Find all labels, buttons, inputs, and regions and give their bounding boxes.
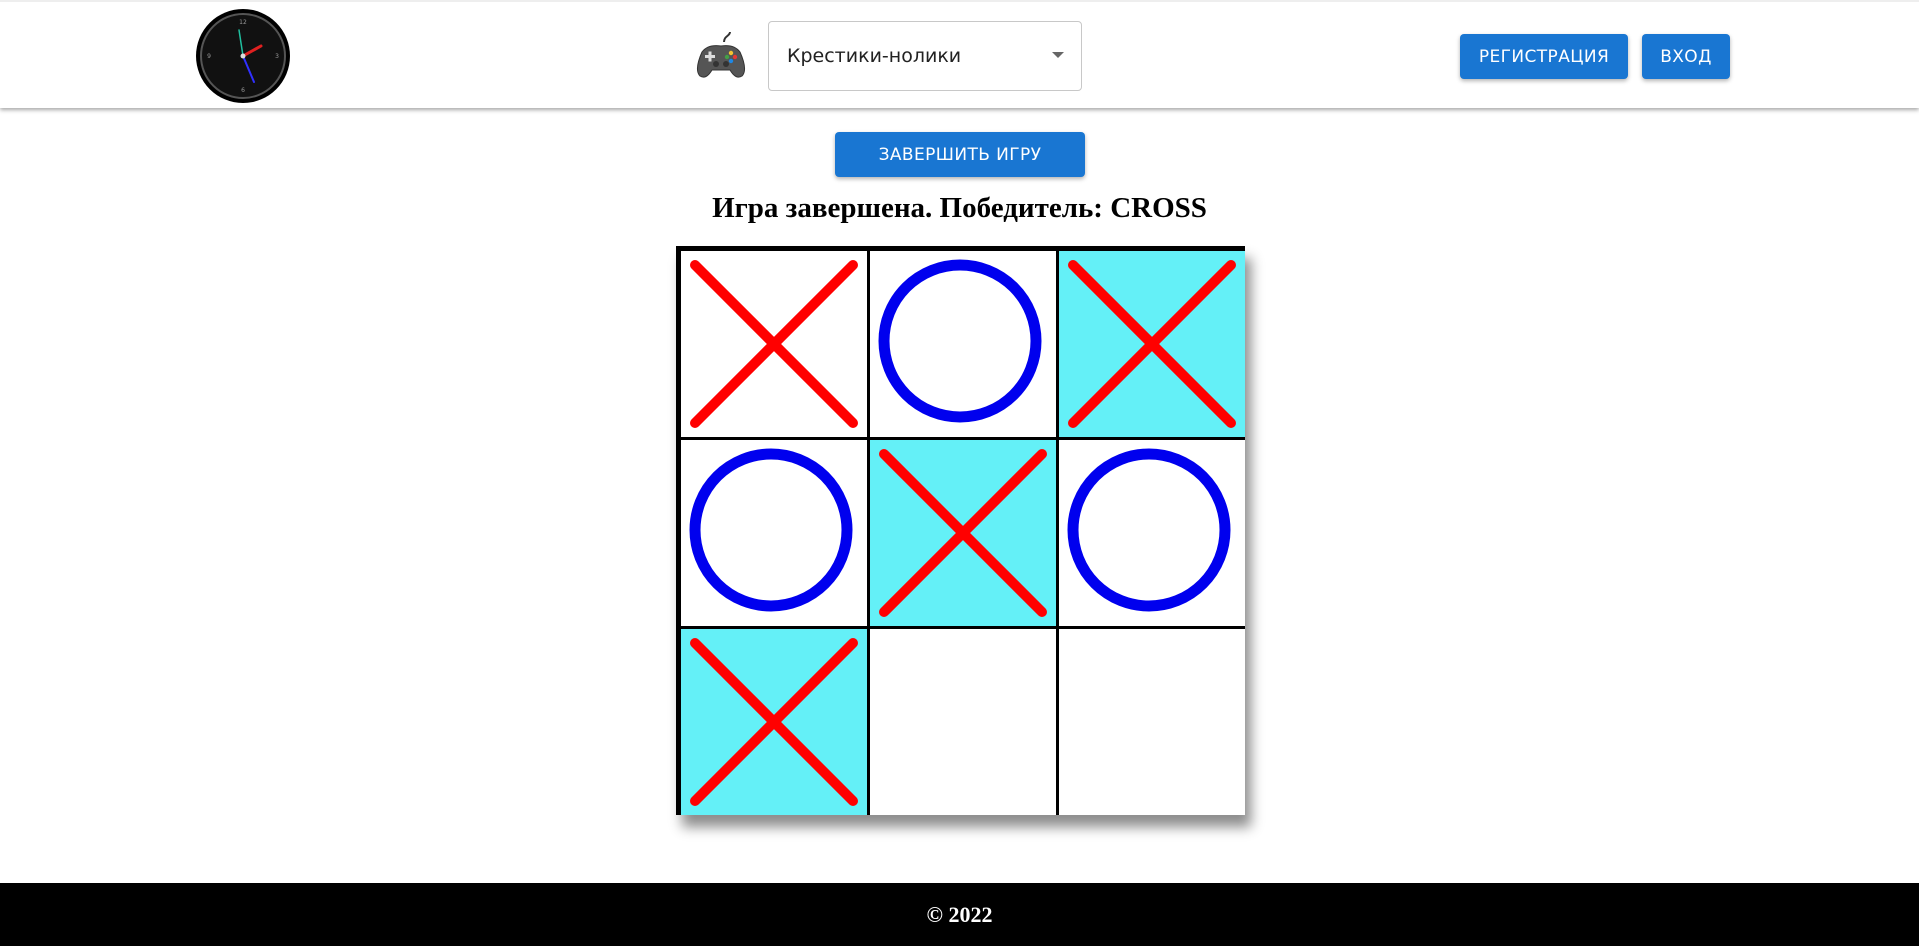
- cross-mark: [690, 638, 858, 806]
- svg-text:9: 9: [207, 53, 211, 60]
- svg-text:12: 12: [239, 19, 247, 26]
- nought-mark: [878, 259, 1042, 423]
- board-cell-nought[interactable]: [870, 251, 1056, 437]
- board-cell-nought[interactable]: [1059, 440, 1245, 626]
- gamepad-icon: [694, 30, 748, 84]
- board-cell-empty[interactable]: [1059, 629, 1245, 815]
- register-button[interactable]: Регистрация: [1460, 34, 1628, 79]
- game-board: [676, 246, 1245, 815]
- finish-game-button[interactable]: Завершить игру: [835, 132, 1085, 177]
- cross-mark: [1068, 260, 1236, 428]
- cross-mark: [690, 260, 858, 428]
- board-cell-empty[interactable]: [870, 629, 1056, 815]
- svg-text:3: 3: [275, 53, 279, 60]
- board-cell-cross[interactable]: [870, 440, 1056, 626]
- nought-mark: [1067, 448, 1231, 612]
- analog-clock-icon: 12 3 6 9: [195, 8, 291, 104]
- board-cell-cross[interactable]: [681, 629, 867, 815]
- nought-mark: [689, 448, 853, 612]
- board-cell-cross[interactable]: [681, 251, 867, 437]
- game-status: Игра завершена. Победитель: CROSS: [712, 192, 1207, 224]
- login-button[interactable]: Вход: [1642, 34, 1730, 79]
- app-footer: © 2022: [0, 883, 1919, 946]
- game-select[interactable]: Крестики-нолики: [768, 21, 1082, 91]
- board-cell-nought[interactable]: [681, 440, 867, 626]
- app-header: 12 3 6 9 Крестики-нолики Регистрация В: [0, 0, 1919, 108]
- chevron-down-icon: [1052, 52, 1064, 58]
- copyright-text: © 2022: [926, 901, 993, 927]
- svg-text:6: 6: [241, 87, 245, 94]
- game-select-value: Крестики-нолики: [787, 45, 962, 67]
- cross-mark: [879, 449, 1047, 617]
- board-cell-cross[interactable]: [1059, 251, 1245, 437]
